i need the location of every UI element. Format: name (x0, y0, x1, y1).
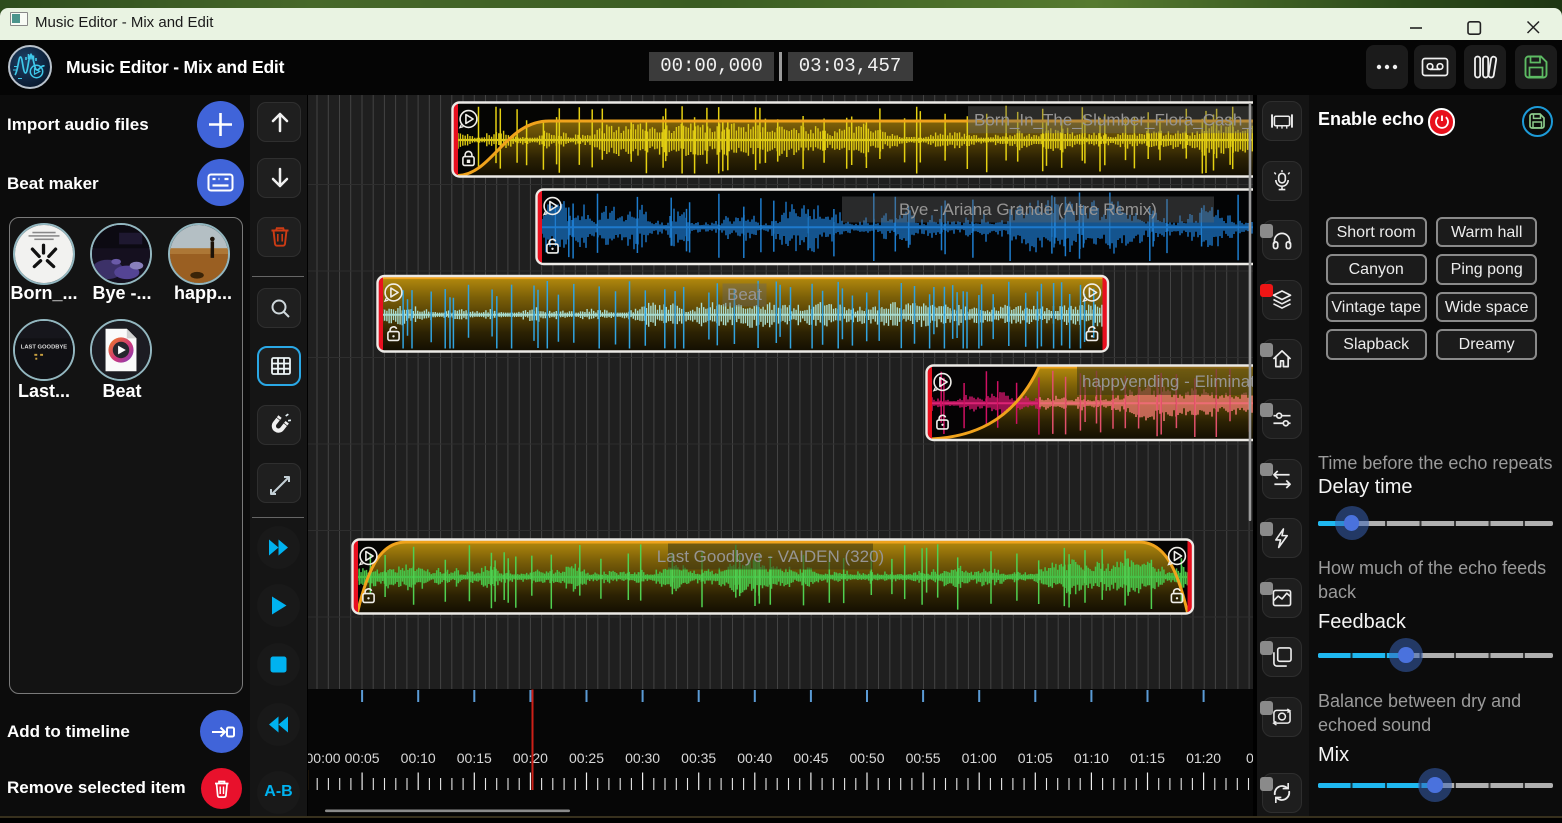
svg-text:00:50: 00:50 (849, 750, 884, 766)
svg-text:00:35: 00:35 (681, 750, 716, 766)
svg-text:Born_In_The_Slumber_Flora_Cash: Born_In_The_Slumber_Flora_Cash_Death_S (974, 111, 1253, 130)
svg-text:01:15: 01:15 (1130, 750, 1165, 766)
svg-text:01:05: 01:05 (1018, 750, 1053, 766)
svg-text:Bye - Ariana Grande (Altre Rem: Bye - Ariana Grande (Altre Remix) (899, 200, 1157, 219)
svg-text:01:2: 01:2 (1246, 750, 1253, 766)
svg-text:00:45: 00:45 (793, 750, 828, 766)
svg-text:00:25: 00:25 (569, 750, 604, 766)
svg-text:00:40: 00:40 (737, 750, 772, 766)
svg-text:01:20: 01:20 (1186, 750, 1221, 766)
svg-text:00:55: 00:55 (906, 750, 941, 766)
svg-text:Beat: Beat (727, 285, 762, 304)
svg-text:01:00: 01:00 (962, 750, 997, 766)
svg-text:00:15: 00:15 (457, 750, 492, 766)
svg-text:Last Goodbye - VAIDEN (320): Last Goodbye - VAIDEN (320) (657, 547, 884, 566)
svg-text:happyending - Eliminate: happyending - Eliminate (1082, 372, 1253, 391)
svg-text:00:10: 00:10 (401, 750, 436, 766)
svg-text:00:05: 00:05 (345, 750, 380, 766)
svg-text:LAST GOODBYE: LAST GOODBYE (20, 345, 67, 351)
svg-text:01:10: 01:10 (1074, 750, 1109, 766)
svg-text:00:30: 00:30 (625, 750, 660, 766)
svg-text:00:00: 00:00 (308, 750, 341, 766)
svg-text:00:20: 00:20 (513, 750, 548, 766)
